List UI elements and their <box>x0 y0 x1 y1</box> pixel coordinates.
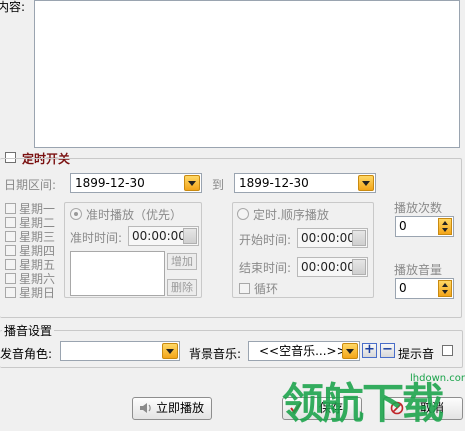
voice-role-select[interactable] <box>60 341 180 361</box>
prompt-sound-label: 提示音 <box>398 347 435 361</box>
audio-settings-title: 播音设置 <box>2 322 55 339</box>
chevron-down-icon[interactable] <box>342 343 358 359</box>
date-range-label: 日期区间: <box>4 178 57 192</box>
spinner-icon[interactable] <box>438 218 452 235</box>
scheduled-time-label: 准时时间: <box>70 231 123 245</box>
chevron-down-icon[interactable] <box>358 175 374 191</box>
scheduled-time-list[interactable] <box>70 251 165 296</box>
date-from-picker[interactable]: 1899-12-30 <box>70 173 202 193</box>
add-time-button[interactable]: 增加 <box>167 253 197 270</box>
end-time-value: 00:00:00 <box>301 260 355 274</box>
play-volume-label: 播放音量 <box>394 263 443 277</box>
play-now-button[interactable]: 立即播放 <box>132 397 212 420</box>
start-time-label: 开始时间: <box>239 233 292 247</box>
play-count-input[interactable]: 0 <box>395 216 454 237</box>
loop-checkbox[interactable] <box>239 283 250 294</box>
weekday-checkbox-sat[interactable] <box>5 273 16 284</box>
minus-icon: − <box>382 342 393 357</box>
save-button[interactable]: 保存 <box>282 397 362 420</box>
play-volume-value: 0 <box>399 281 407 295</box>
scheduled-play-label: 准时播放（优先） <box>86 208 183 222</box>
weekday-checkbox-sun[interactable] <box>5 287 16 298</box>
play-now-label: 立即播放 <box>156 401 205 415</box>
spinner-icon[interactable] <box>438 280 452 297</box>
weekday-label: 星期日 <box>19 286 56 300</box>
speaker-icon <box>139 401 153 415</box>
weekday-checkbox-mon[interactable] <box>5 203 16 214</box>
date-to-value: 1899-12-30 <box>239 176 309 190</box>
weekday-checkbox-wed[interactable] <box>5 231 16 242</box>
sequential-play-label: 定时.顺序播放 <box>253 208 329 222</box>
cancel-icon <box>390 401 404 415</box>
content-label: 内容: <box>0 0 26 14</box>
weekday-checkbox-fri[interactable] <box>5 259 16 270</box>
check-icon <box>289 401 303 415</box>
cancel-label: 取消 <box>420 401 445 415</box>
date-from-value: 1899-12-30 <box>75 176 145 190</box>
voice-role-label: 发音角色: <box>0 347 53 361</box>
date-to-picker[interactable]: 1899-12-30 <box>234 173 376 193</box>
weekday-checkbox-thu[interactable] <box>5 245 16 256</box>
bgm-value: <<空音乐...>> <box>259 344 347 358</box>
chevron-down-icon[interactable] <box>162 343 178 359</box>
bgm-label: 背景音乐: <box>189 347 242 361</box>
spinner-icon[interactable] <box>183 228 197 244</box>
delete-time-button[interactable]: 删除 <box>167 279 197 296</box>
scheduled-time-input[interactable]: 00:00:00 <box>128 226 199 246</box>
spinner-icon[interactable] <box>352 259 366 275</box>
weekday-checkbox-tue[interactable] <box>5 217 16 228</box>
play-volume-input[interactable]: 0 <box>395 278 454 299</box>
sequential-play-radio[interactable] <box>237 208 249 220</box>
start-time-input[interactable]: 00:00:00 <box>297 228 368 248</box>
scheduled-time-value: 00:00:00 <box>132 229 186 243</box>
end-time-label: 结束时间: <box>239 261 292 275</box>
plus-icon: + <box>364 342 375 357</box>
remove-bgm-button[interactable]: − <box>380 343 395 358</box>
save-label: 保存 <box>319 401 344 415</box>
date-to-label: 到 <box>212 178 225 192</box>
loop-label: 循环 <box>254 282 279 296</box>
play-count-value: 0 <box>399 219 407 233</box>
cancel-button[interactable]: 取消 <box>383 397 463 420</box>
watermark-url: lhdown.com <box>410 373 465 384</box>
start-time-value: 00:00:00 <box>301 231 355 245</box>
play-count-label: 播放次数 <box>394 201 443 215</box>
chevron-down-icon[interactable] <box>184 175 200 191</box>
prompt-sound-checkbox[interactable] <box>442 345 453 356</box>
spinner-icon[interactable] <box>352 230 366 246</box>
add-bgm-button[interactable]: + <box>362 343 377 358</box>
end-time-input[interactable]: 00:00:00 <box>297 257 368 277</box>
scheduled-play-radio[interactable] <box>70 208 82 220</box>
content-textarea[interactable] <box>34 0 460 148</box>
bgm-select[interactable]: <<空音乐...>> <box>248 341 360 361</box>
